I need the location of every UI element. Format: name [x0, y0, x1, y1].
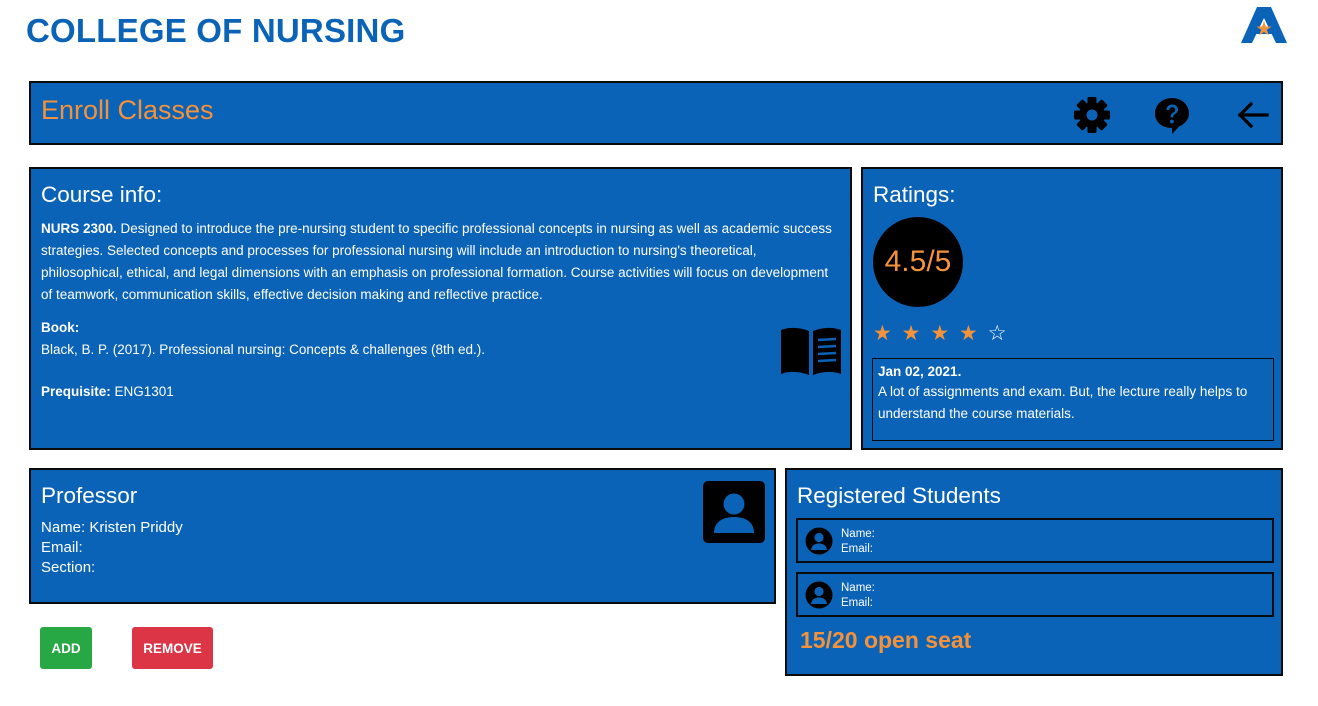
star-empty-icon: ☆: [987, 322, 1009, 345]
registered-students-heading: Registered Students: [797, 483, 1001, 508]
student-info: Name: Email:: [841, 527, 875, 557]
review-text: A lot of assignments and exam. But, the …: [878, 384, 1248, 421]
prerequisite-label: Prequisite:: [41, 384, 111, 399]
gear-icon[interactable]: [1072, 95, 1112, 135]
header-title: Enroll Classes: [41, 95, 214, 125]
open-seats-count: 15/20 open seat: [800, 627, 972, 653]
open-book-icon: [781, 327, 841, 375]
course-description-text: Designed to introduce the pre-nursing st…: [41, 221, 832, 302]
course-info-heading: Course info:: [41, 182, 163, 207]
professor-heading: Professor: [41, 483, 138, 508]
back-arrow-icon[interactable]: [1233, 95, 1273, 135]
student-name: Name:: [841, 528, 875, 540]
course-info-panel: Course info: NURS 2300. Designed to intr…: [29, 167, 852, 450]
professor-panel: Professor Name: Kristen Priddy Email: Se…: [29, 468, 776, 604]
help-icon[interactable]: [1152, 95, 1192, 135]
professor-name: Name: Kristen Priddy: [41, 519, 183, 536]
student-name: Name:: [841, 582, 875, 594]
student-info: Name: Email:: [841, 581, 875, 611]
header-bar: Enroll Classes: [29, 81, 1283, 145]
rating-score: 4.5/5: [873, 217, 963, 307]
contact-card-icon: [703, 481, 765, 543]
star-filled-icon: ★: [901, 322, 923, 345]
student-email: Email:: [841, 597, 873, 609]
review-date: Jan 02, 2021.: [878, 364, 962, 379]
prerequisite-value: ENG1301: [110, 384, 174, 399]
remove-button[interactable]: REMOVE: [132, 627, 213, 669]
registered-students-panel: Registered Students Name: Email: Name: E…: [785, 468, 1283, 676]
university-logo-icon: [1241, 7, 1287, 43]
page-title: COLLEGE OF NURSING: [26, 12, 406, 49]
ratings-heading: Ratings:: [873, 182, 956, 207]
professor-section: Section:: [41, 559, 96, 576]
review-card: Jan 02, 2021. A lot of assignments and e…: [872, 358, 1274, 441]
user-avatar-icon: [805, 581, 833, 609]
book-reference: Black, B. P. (2017). Professional nursin…: [41, 342, 485, 357]
course-description: NURS 2300. Designed to introduce the pre…: [41, 218, 841, 306]
student-card[interactable]: Name: Email:: [796, 572, 1274, 617]
professor-info: Name: Kristen Priddy Email: Section:: [41, 518, 183, 578]
user-avatar-icon: [805, 527, 833, 555]
student-email: Email:: [841, 543, 873, 555]
star-filled-icon: ★: [930, 322, 952, 345]
star-filled-icon: ★: [959, 322, 980, 345]
book-label: Book:: [41, 320, 80, 335]
ratings-panel: Ratings: 4.5/5 ★ ★ ★ ★ ☆ Jan 02, 2021. A…: [861, 167, 1283, 450]
star-filled-icon: ★: [873, 322, 894, 345]
add-button[interactable]: ADD: [40, 627, 92, 669]
professor-email: Email:: [41, 539, 83, 556]
star-rating: ★ ★ ★ ★ ☆: [873, 321, 1009, 346]
prerequisite: Prequisite: ENG1301: [41, 384, 174, 399]
course-code: NURS 2300.: [41, 221, 117, 236]
student-card[interactable]: Name: Email:: [796, 518, 1274, 563]
